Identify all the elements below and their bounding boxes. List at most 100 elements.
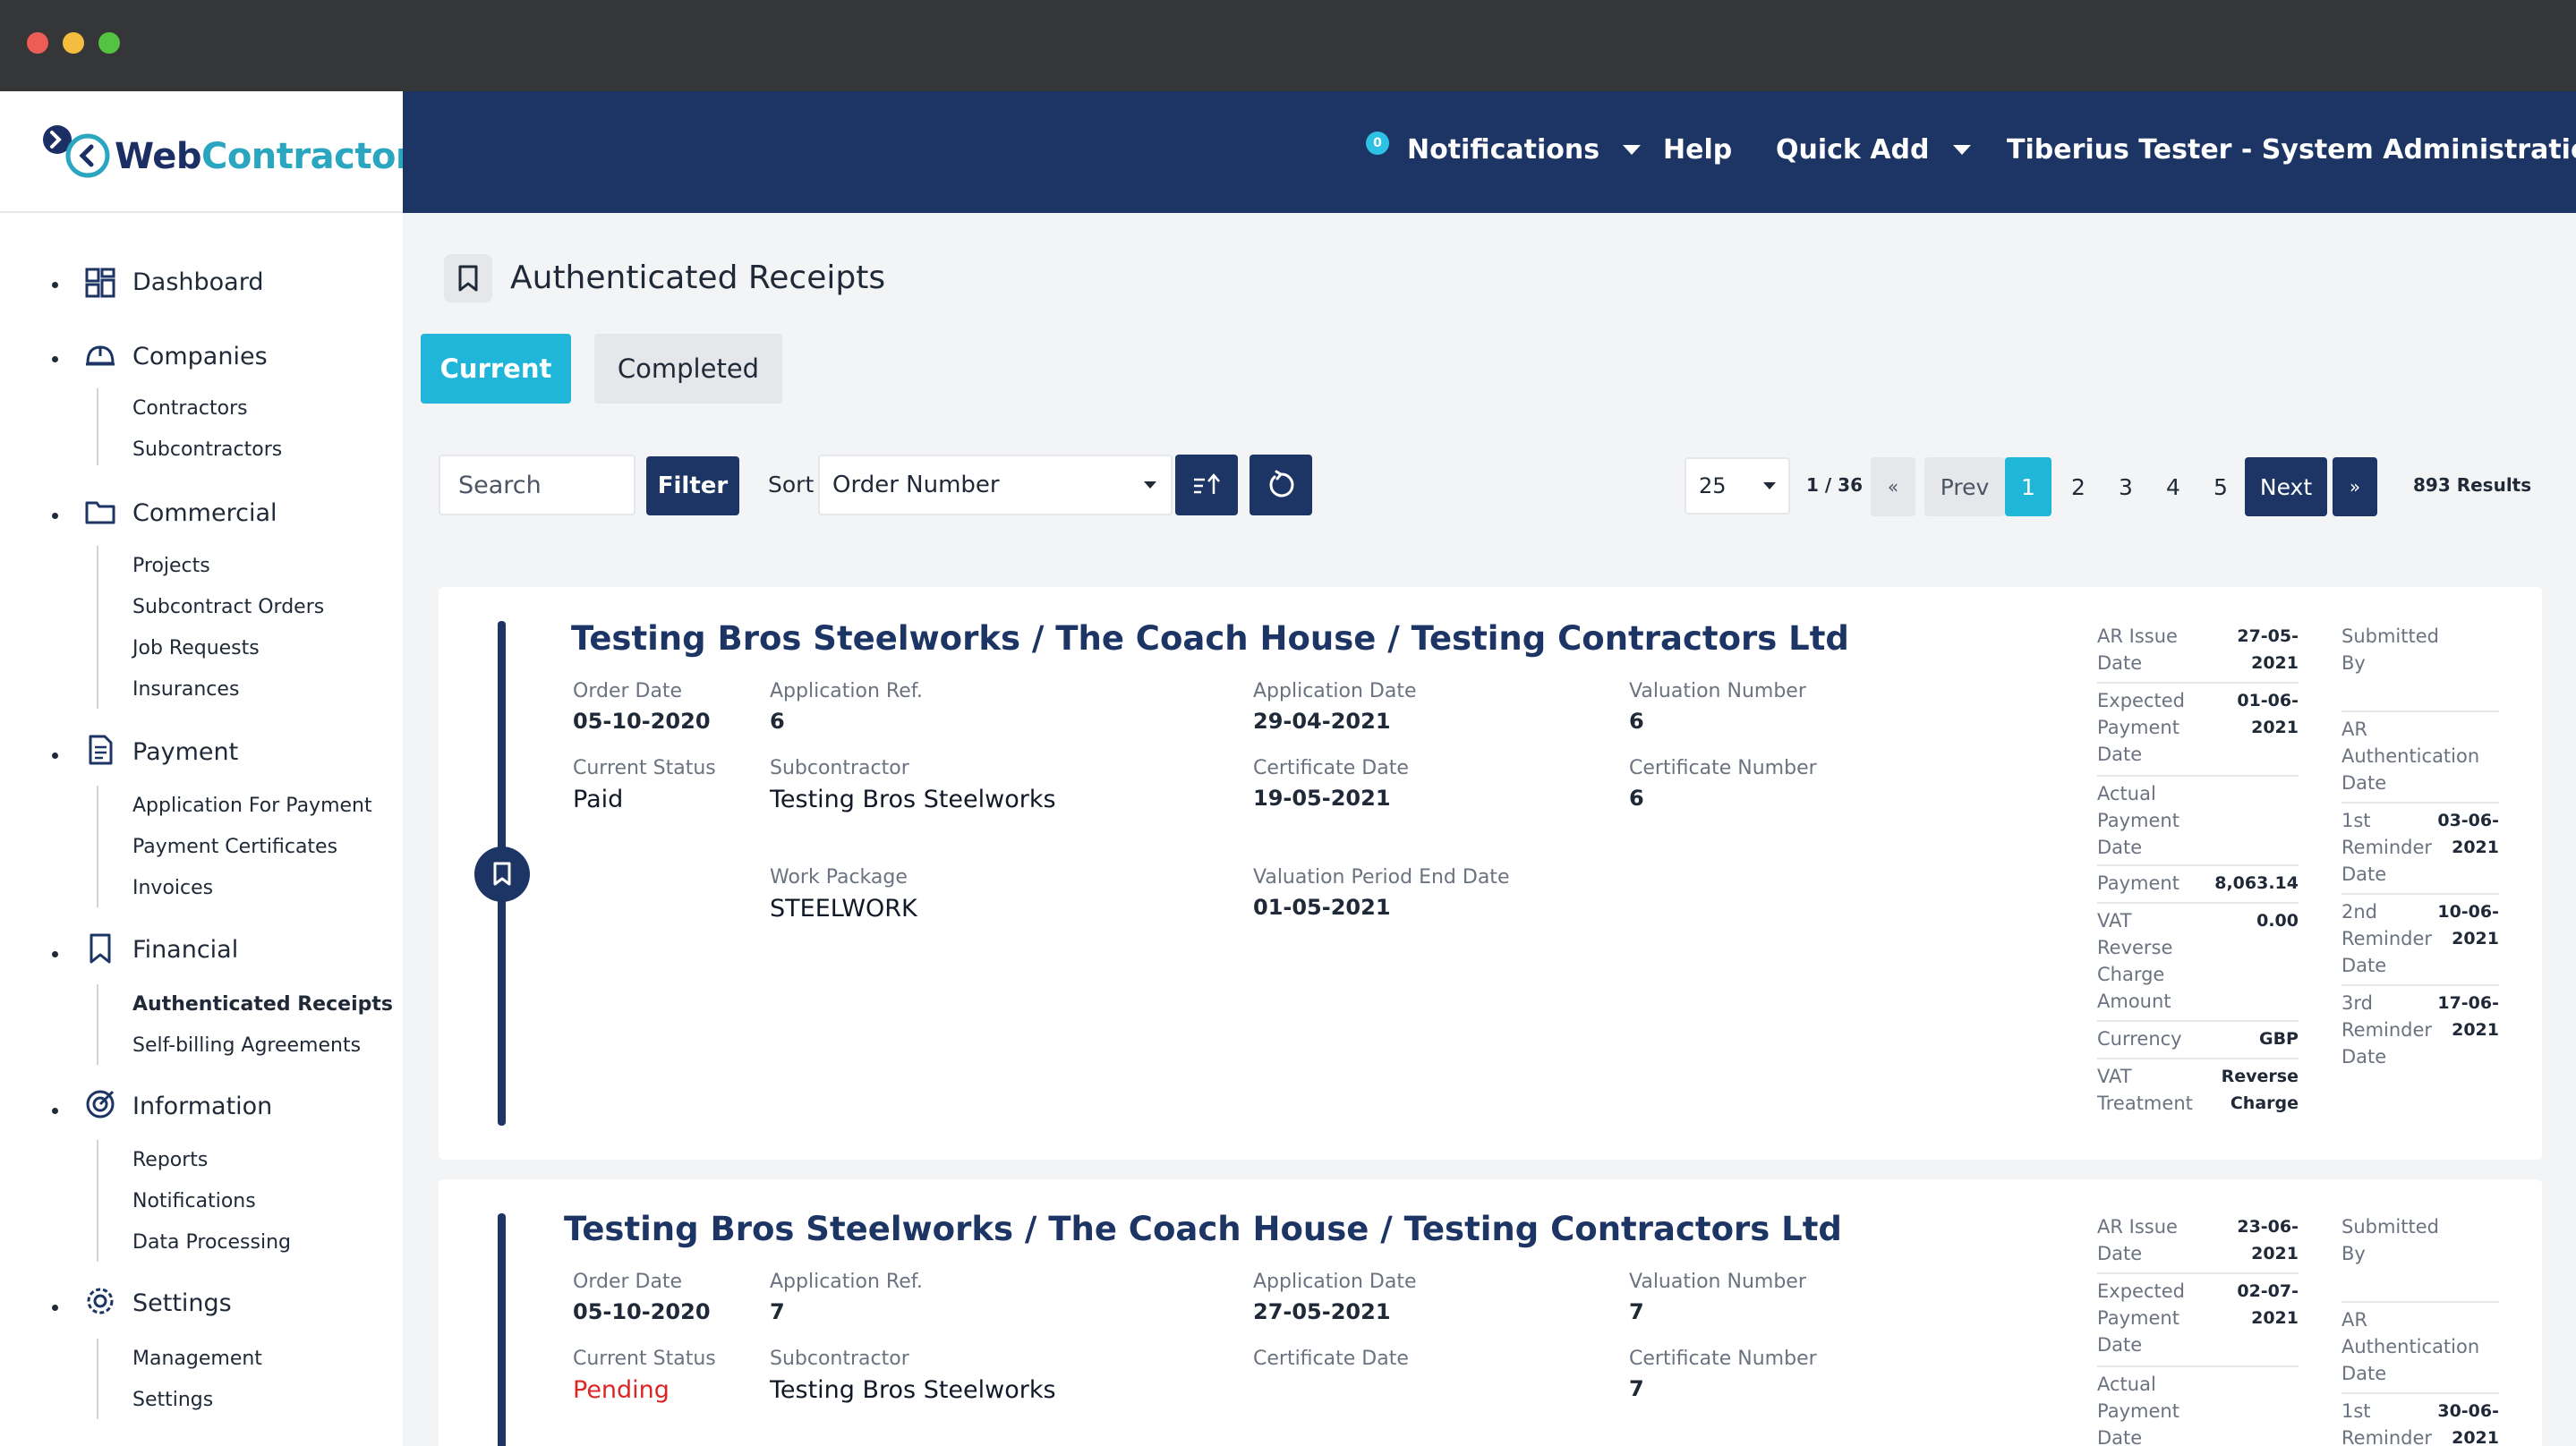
user-menu[interactable]: Tiberius Tester - System Administration [2007, 134, 2576, 166]
hard-hat-icon [86, 345, 115, 366]
valuation-number-value: 7 [1629, 1299, 1644, 1324]
sidebar-item-notifications[interactable]: Notifications [132, 1190, 256, 1212]
chevron-down-icon [1144, 481, 1156, 489]
expected-payment-date-value: 01-06-2021 [2237, 691, 2299, 737]
certificate-number-value: 7 [1629, 1376, 1644, 1401]
sidebar-item-application-for-payment[interactable]: Application For Payment [132, 795, 372, 817]
logo-area[interactable]: WebContractor [0, 91, 414, 213]
receipt-card[interactable]: Testing Bros Steelworks / The Coach Hous… [439, 1179, 2542, 1446]
help-label: Help [1663, 134, 1733, 166]
refresh-button[interactable] [1250, 455, 1312, 515]
sort-selected-value: Order Number [832, 472, 1000, 498]
sort-direction-button[interactable] [1175, 455, 1238, 515]
page-2-button[interactable]: 2 [2055, 457, 2102, 516]
submenu-divider [97, 388, 98, 465]
first-page-button[interactable]: « [1871, 457, 1915, 516]
sidebar-item-companies[interactable]: Companies [132, 343, 268, 370]
application-date-label: Application Date [1253, 1271, 1417, 1293]
divider [2341, 1392, 2499, 1394]
sidebar-item-projects[interactable]: Projects [132, 555, 210, 577]
receipt-title[interactable]: Testing Bros Steelworks / The Coach Hous… [571, 619, 1849, 658]
prev-page-button[interactable]: Prev [1924, 457, 2005, 516]
application-ref-value: 7 [770, 1299, 785, 1324]
page-icon [444, 254, 492, 302]
sidebar-item-subcontract-orders[interactable]: Subcontract Orders [132, 596, 324, 618]
per-page-select[interactable]: 25 [1685, 457, 1790, 515]
sidebar: Dashboard Companies Contractors Subcontr… [0, 213, 403, 1446]
current-status-label: Current Status [573, 1348, 716, 1370]
sidebar-item-data-processing[interactable]: Data Processing [132, 1231, 291, 1254]
expected-payment-date-value: 02-07-2021 [2237, 1281, 2299, 1328]
dashboard-icon [85, 268, 115, 298]
page-4-button[interactable]: 4 [2150, 457, 2196, 516]
last-page-button[interactable]: » [2333, 457, 2377, 516]
page-title: Authenticated Receipts [510, 259, 886, 296]
sidebar-item-contractors[interactable]: Contractors [132, 397, 248, 420]
sidebar-item-settings[interactable]: Settings [132, 1289, 232, 1317]
first-reminder-date-label: 1st Reminder Date [2341, 810, 2433, 885]
close-window-button[interactable] [27, 32, 48, 54]
sidebar-item-insurances[interactable]: Insurances [132, 678, 239, 701]
sort-select[interactable]: Order Number [818, 455, 1173, 515]
minimize-window-button[interactable] [63, 32, 84, 54]
sort-label: Sort [768, 472, 815, 498]
notifications-menu[interactable]: 0 Notifications [1366, 131, 1642, 166]
user-name-label: Tiberius Tester - System Administration [2007, 134, 2576, 166]
filter-button[interactable]: Filter [646, 456, 739, 515]
sidebar-item-invoices[interactable]: Invoices [132, 877, 213, 899]
application-ref-label: Application Ref. [770, 680, 923, 702]
first-reminder-date-label: 1st Reminder Date [2341, 1400, 2433, 1446]
order-date-value: 05-10-2020 [573, 709, 711, 734]
sidebar-item-job-requests[interactable]: Job Requests [132, 637, 260, 659]
sidebar-item-financial[interactable]: Financial [132, 936, 238, 964]
search-input[interactable] [439, 455, 635, 515]
application-date-value: 29-04-2021 [1253, 709, 1391, 734]
sidebar-item-subcontractors[interactable]: Subcontractors [132, 438, 282, 461]
timeline-node [474, 846, 530, 902]
page-5-button[interactable]: 5 [2197, 457, 2244, 516]
bullet [52, 513, 58, 519]
receipt-title[interactable]: Testing Bros Steelworks / The Coach Hous… [564, 1210, 1842, 1248]
sidebar-item-self-billing-agreements[interactable]: Self-billing Agreements [132, 1034, 361, 1057]
certificate-date-label: Certificate Date [1253, 1348, 1409, 1370]
second-reminder-date-value: 10-06-2021 [2437, 902, 2499, 948]
bullet [52, 282, 58, 288]
maximize-window-button[interactable] [98, 32, 120, 54]
sidebar-item-authenticated-receipts[interactable]: Authenticated Receipts [132, 993, 393, 1016]
application-date-label: Application Date [1253, 680, 1417, 702]
sidebar-item-commercial[interactable]: Commercial [132, 499, 277, 527]
vat-treatment-value: Reverse Charge [2221, 1067, 2299, 1113]
first-reminder-date-value: 30-06-2021 [2437, 1401, 2499, 1446]
sidebar-item-payment-certificates[interactable]: Payment Certificates [132, 836, 337, 858]
timeline-line [498, 1213, 506, 1446]
payment-label: Payment [2097, 872, 2179, 894]
sidebar-item-settings-sub[interactable]: Settings [132, 1389, 213, 1411]
application-ref-label: Application Ref. [770, 1271, 923, 1293]
bookmark-icon [493, 862, 511, 886]
order-date-value: 05-10-2020 [573, 1299, 711, 1324]
divider [2097, 1365, 2299, 1367]
chevron-down-icon [1763, 482, 1776, 489]
receipt-card[interactable]: Testing Bros Steelworks / The Coach Hous… [439, 587, 2542, 1160]
valuation-period-end-label: Valuation Period End Date [1253, 866, 1510, 889]
sidebar-item-information[interactable]: Information [132, 1093, 272, 1120]
tab-completed[interactable]: Completed [594, 334, 782, 404]
page-3-button[interactable]: 3 [2103, 457, 2149, 516]
divider [2097, 1058, 2299, 1059]
bullet [52, 753, 58, 759]
order-date-label: Order Date [573, 680, 683, 702]
divider [2097, 864, 2299, 866]
sidebar-item-dashboard[interactable]: Dashboard [132, 268, 263, 296]
sidebar-item-management[interactable]: Management [132, 1348, 262, 1370]
top-navigation: 0 Notifications Help Quick Add Tiberius … [403, 91, 2576, 213]
bullet [52, 1108, 58, 1114]
tab-current[interactable]: Current [421, 334, 571, 404]
currency-value: GBP [2258, 1029, 2299, 1049]
page-1-button[interactable]: 1 [2005, 457, 2051, 516]
quick-add-menu[interactable]: Quick Add [1776, 134, 1971, 166]
sidebar-item-payment[interactable]: Payment [132, 738, 238, 766]
next-page-button[interactable]: Next [2245, 457, 2327, 516]
help-link[interactable]: Help [1663, 134, 1732, 166]
subcontractor-value: Testing Bros Steelworks [770, 1376, 1056, 1404]
sidebar-item-reports[interactable]: Reports [132, 1149, 208, 1171]
